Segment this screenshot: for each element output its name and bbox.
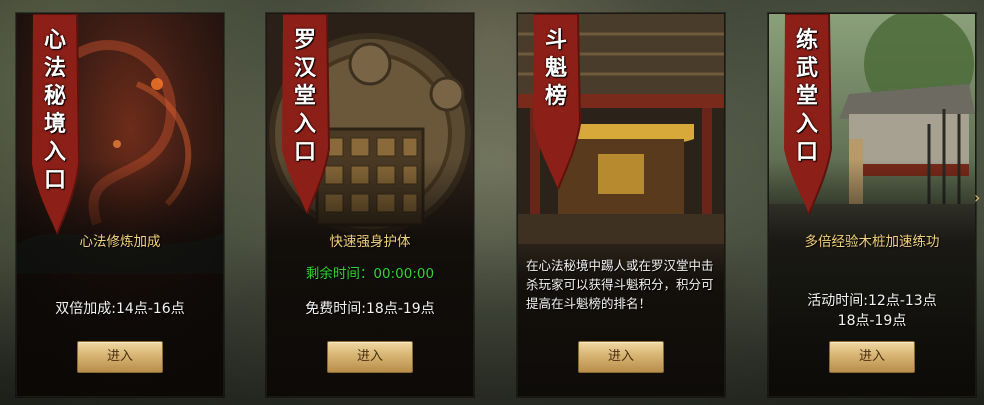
enter-button[interactable]: 进入	[829, 341, 915, 373]
card-subtitle: 心法修炼加成	[79, 234, 161, 250]
enter-button[interactable]: 进入	[578, 341, 664, 373]
banner-title: 斗 魁 榜	[544, 27, 567, 109]
banner-title: 心 法 秘 境 入 口	[43, 27, 66, 193]
card-info: 双倍加成:14点-16点	[55, 301, 185, 317]
card-info-line1: 活动时间:12点-13点	[807, 293, 937, 309]
enter-button[interactable]: 进入	[77, 341, 163, 373]
countdown-timer: 剩余时间：00:00:00	[305, 266, 435, 282]
card-xinfa-mijing: 心 法 秘 境 入 口 心法修炼加成 双倍加成:14点-16点 进入	[16, 13, 224, 397]
card-doukui-bang: 斗 魁 榜 在心法秘境中踢人或在罗汉堂中击杀玩家可以获得斗魁积分，积分可提高在斗…	[517, 13, 725, 397]
banner-title: 练 武 堂 入 口	[795, 27, 818, 165]
card-info: 免费时间:18点-19点	[305, 301, 435, 317]
card-subtitle: 多倍经验木桩加速练功	[804, 234, 940, 250]
card-lianwu-tang: 练 武 堂 入 口 多倍经验木桩加速练功 活动时间:12点-13点 18点-19…	[768, 13, 976, 397]
banner-title: 罗 汉 堂 入 口	[293, 27, 316, 165]
card-description: 在心法秘境中踢人或在罗汉堂中击杀玩家可以获得斗魁积分，积分可提高在斗魁榜的排名！	[526, 258, 714, 311]
card-subtitle: 快速强身护体	[329, 234, 411, 250]
card-info-line2: 18点-19点	[837, 313, 907, 329]
enter-button[interactable]: 进入	[327, 341, 413, 373]
card-luohan-tang: 罗 汉 堂 入 口 快速强身护体 剩余时间：00:00:00 免费时间:18点-…	[266, 13, 474, 397]
next-arrow-icon[interactable]: ›	[974, 188, 980, 207]
